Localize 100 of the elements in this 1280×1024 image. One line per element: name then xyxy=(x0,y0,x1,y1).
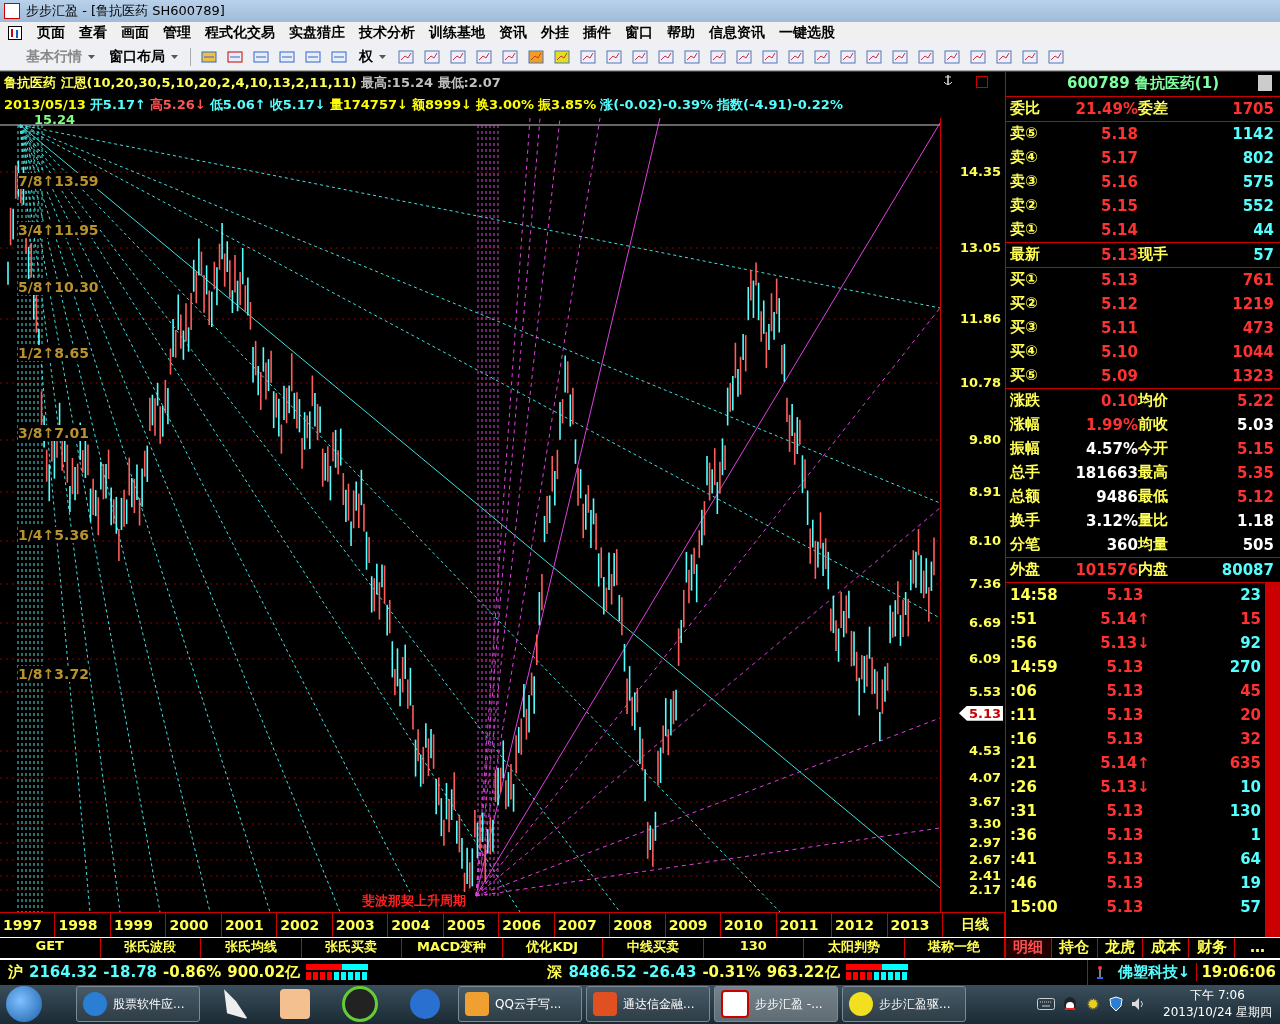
tick-time: :36 xyxy=(1010,825,1038,844)
year-label: 2003 xyxy=(332,912,389,937)
stat-value: 505 xyxy=(1241,535,1274,554)
quote-value: 收5.17↓ xyxy=(269,95,326,114)
tray-time[interactable]: 下午 7:06 xyxy=(1190,987,1245,1005)
year-label: 2005 xyxy=(443,912,500,937)
tick-time: 14:58 xyxy=(1010,585,1059,604)
window-layout-button[interactable]: 窗口布局 xyxy=(103,47,184,66)
index-name: 沪 xyxy=(8,963,23,982)
panel-tab[interactable]: 持仓 xyxy=(1050,937,1097,959)
order-price: 5.15 xyxy=(1100,196,1138,215)
indicator-tab[interactable]: 中线买卖 xyxy=(603,937,704,959)
tick-time: :06 xyxy=(1010,681,1038,700)
index-percent: -0.86% xyxy=(163,963,222,982)
tick-volume: 10 xyxy=(1239,777,1261,796)
order-price: 5.13 xyxy=(1100,245,1138,264)
anchor-icon[interactable] xyxy=(943,73,953,86)
price-axis-label: 6.09 xyxy=(968,650,1001,666)
scrollbar[interactable] xyxy=(1265,582,1280,937)
stat-value: 1.99% xyxy=(1084,415,1138,434)
shield-icon[interactable] xyxy=(1109,996,1123,1013)
order-volume: 1323 xyxy=(1231,366,1274,385)
menu-item[interactable]: 帮助 xyxy=(660,23,702,42)
tick-price: 5.13 xyxy=(1105,681,1145,700)
price-axis-label: 8.91 xyxy=(968,483,1001,499)
tick-price: 5.13↓ xyxy=(1099,777,1151,796)
order-volume: 552 xyxy=(1241,196,1274,215)
rights-button[interactable]: 权 xyxy=(353,47,392,66)
speaker-icon[interactable] xyxy=(1131,997,1145,1012)
panel-tab[interactable]: 明细 xyxy=(1005,937,1051,959)
price-axis-label: 8.10 xyxy=(968,532,1001,548)
order-label: 买⑤ xyxy=(1010,366,1039,386)
price-axis-label: 2.97 xyxy=(968,834,1001,850)
taskbar-item[interactable]: QQ云手写... xyxy=(458,986,582,1023)
menu-item[interactable]: 插件 xyxy=(576,23,618,42)
period-label[interactable]: 日线 xyxy=(942,912,1005,937)
panel-tab[interactable]: 龙虎 xyxy=(1096,937,1143,959)
indicator-tab[interactable]: 张氏均线 xyxy=(201,937,302,959)
quote-value: 量174757↓ xyxy=(329,95,408,114)
price-axis-label: 6.69 xyxy=(968,614,1001,630)
menu-item[interactable]: 外挂 xyxy=(534,23,576,42)
indicator-tab[interactable]: 太阳判势 xyxy=(804,937,905,959)
stat-value: 181663 xyxy=(1074,463,1138,482)
taskbar-item[interactable]: 步步汇盈驱... xyxy=(842,986,966,1023)
tick-volume: 32 xyxy=(1239,729,1261,748)
taskbar-item[interactable]: 股票软件应... xyxy=(76,986,200,1023)
menu-item[interactable]: 画面 xyxy=(114,23,156,42)
sun-icon[interactable] xyxy=(1085,996,1101,1013)
order-label: 最新 xyxy=(1010,245,1041,265)
indicator-tab[interactable]: 130 xyxy=(703,937,804,959)
price-axis-label: 9.80 xyxy=(968,431,1001,447)
split-window-icon[interactable] xyxy=(976,75,988,88)
menu-item[interactable]: 信息资讯 xyxy=(702,23,772,42)
menu-item[interactable]: 一键选股 xyxy=(772,23,842,42)
tray-date[interactable]: 2013/10/24 星期四 xyxy=(1163,1004,1272,1022)
indicator-tab[interactable]: 张氏买卖 xyxy=(301,937,402,959)
indicator-tab[interactable]: 优化KDJ xyxy=(502,937,603,959)
stat-label: 总手 xyxy=(1010,463,1041,483)
keyboard-icon[interactable] xyxy=(1037,998,1055,1011)
app-icon xyxy=(593,992,617,1017)
tick-price: 5.13 xyxy=(1105,705,1145,724)
order-volume: 44 xyxy=(1252,220,1274,239)
breadth-bar-icon xyxy=(306,964,369,981)
menu-item[interactable]: 管理 xyxy=(156,23,198,42)
stat-label: 今开 xyxy=(1138,439,1169,459)
menu-item[interactable]: 实盘猎庄 xyxy=(282,23,352,42)
stat-label: 振幅 xyxy=(1010,439,1041,459)
order-label: 卖③ xyxy=(1010,172,1039,192)
order-label: 现手 xyxy=(1138,245,1169,265)
panel-tab[interactable]: 财务 xyxy=(1188,937,1235,959)
index-value: 2164.32 xyxy=(29,963,98,982)
stock-alert[interactable]: 佛塑科技↓ xyxy=(1111,963,1197,982)
quote-value: 指数(-4.91)-0.22% xyxy=(717,95,843,114)
tick-time: :11 xyxy=(1010,705,1038,724)
tick-time: 14:59 xyxy=(1010,657,1059,676)
tick-volume: 130 xyxy=(1228,801,1261,820)
menu-item[interactable]: 查看 xyxy=(72,23,114,42)
index-change: -26.43 xyxy=(642,963,697,982)
taskbar-item[interactable]: 通达信金融... xyxy=(586,986,710,1023)
menu-item[interactable]: 技术分析 xyxy=(352,23,422,42)
menu-item[interactable]: 窗口 xyxy=(618,23,660,42)
stat-value: 5.03 xyxy=(1236,415,1274,434)
indicator-tab[interactable]: 张氏波段 xyxy=(100,937,201,959)
tick-volume: 270 xyxy=(1228,657,1261,676)
panel-tab[interactable]: … xyxy=(1234,937,1280,959)
panel-tab[interactable]: 成本 xyxy=(1142,937,1189,959)
order-volume: 1044 xyxy=(1231,342,1274,361)
tick-time: :16 xyxy=(1010,729,1038,748)
menu-item[interactable]: 训练基地 xyxy=(422,23,492,42)
tick-price: 5.14↑ xyxy=(1099,609,1151,628)
menu-item[interactable]: 资讯 xyxy=(492,23,534,42)
menu-item[interactable]: 程式化交易 xyxy=(198,23,282,42)
order-price: 5.17 xyxy=(1100,148,1138,167)
start-button[interactable] xyxy=(6,986,42,1023)
indicator-tab[interactable]: MACD变种 xyxy=(402,937,503,959)
menu-item[interactable]: 页面 xyxy=(30,23,72,42)
tick-volume: 19 xyxy=(1239,873,1261,892)
indicator-tab[interactable]: GET xyxy=(0,937,101,959)
order-price: 5.16 xyxy=(1100,172,1138,191)
taskbar-item[interactable]: 步步汇盈 -... xyxy=(714,986,838,1023)
